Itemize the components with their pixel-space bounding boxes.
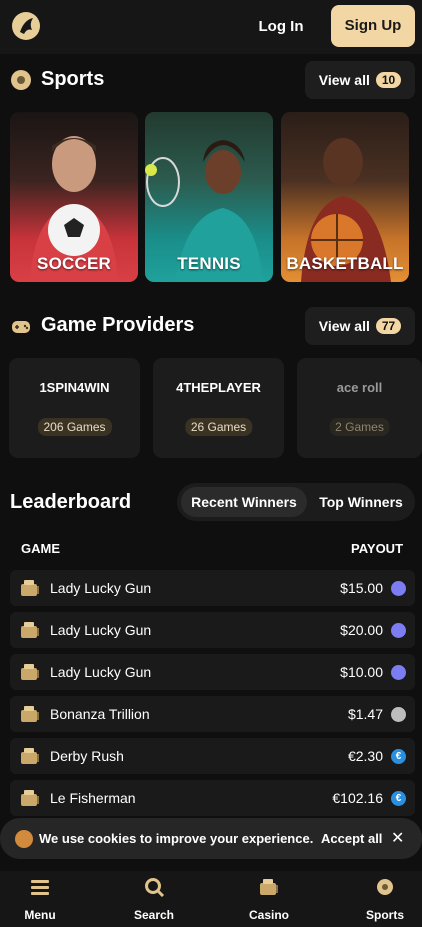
table-row[interactable]: Derby Rush €2.30 € (10, 738, 415, 774)
litecoin-coin-icon (391, 707, 406, 722)
brand-logo-icon[interactable] (10, 10, 42, 42)
sports-ball-icon (377, 879, 393, 895)
ethereum-coin-icon (391, 623, 406, 638)
cookie-icon (15, 830, 33, 848)
accept-cookies-button[interactable]: Accept all (321, 818, 382, 859)
close-icon[interactable]: ✕ (391, 818, 404, 859)
search-icon (145, 878, 165, 898)
slot-game-icon (21, 580, 39, 596)
sports-section-header: Sports (10, 68, 104, 91)
table-row[interactable]: Lady Lucky Gun $10.00 (10, 654, 415, 690)
bottom-nav: Menu Search Casino Sports (0, 871, 422, 927)
provider-games-count: 206 Games (37, 418, 112, 436)
table-row[interactable]: Bonanza Trillion $1.47 (10, 696, 415, 732)
provider-logo: ace roll (336, 380, 383, 395)
nav-item-casino[interactable]: Casino (229, 877, 309, 922)
table-row[interactable]: Le Fisherman €102.16 € (10, 780, 415, 816)
payout-amount: $10.00 (340, 664, 383, 680)
cookie-message: We use cookies to improve your experienc… (39, 831, 314, 846)
slot-game-icon (21, 622, 39, 638)
column-header-payout: PAYOUT (351, 541, 404, 556)
game-name[interactable]: Derby Rush (50, 738, 124, 774)
euro-coin-icon: € (391, 791, 406, 806)
sport-label-basketball: BASKETBALL (286, 254, 404, 273)
game-name[interactable]: Lady Lucky Gun (50, 570, 151, 606)
leaderboard-tabs: Recent Winners Top Winners (177, 483, 415, 521)
gamepad-icon (12, 320, 30, 333)
tab-top-winners[interactable]: Top Winners (311, 487, 411, 517)
nav-item-menu[interactable]: Menu (0, 877, 80, 922)
nav-label: Search (133, 908, 175, 922)
payout-amount: €2.30 (347, 748, 383, 764)
game-name[interactable]: Bonanza Trillion (50, 696, 150, 732)
slot-game-icon (21, 790, 39, 806)
sports-icon (11, 69, 31, 90)
ethereum-coin-icon (391, 581, 406, 596)
sport-label-tennis: TENNIS (177, 254, 241, 273)
payout-amount: $20.00 (340, 622, 383, 638)
provider-logo: 1SPIN4WIN (39, 380, 110, 395)
provider-logo: 4THEPLAYER (176, 380, 261, 395)
slot-game-icon (21, 706, 39, 722)
payout-amount: $1.47 (347, 706, 383, 722)
tab-recent-winners[interactable]: Recent Winners (181, 487, 307, 517)
sports-title: Sports (41, 68, 105, 90)
sports-count-badge: 10 (375, 72, 402, 88)
nav-label: Sports (365, 908, 404, 922)
euro-coin-icon: € (391, 749, 406, 764)
providers-count-badge: 77 (375, 318, 402, 334)
sport-card-basketball[interactable]: BASKETBALL (281, 112, 409, 282)
payout-amount: €102.16 (332, 790, 383, 806)
table-row[interactable]: Lady Lucky Gun $20.00 (10, 612, 415, 648)
menu-icon (31, 880, 49, 895)
view-all-label: View all (318, 318, 370, 334)
leaderboard-title: Leaderboard (10, 491, 132, 513)
column-header-game: GAME (21, 541, 60, 556)
sports-view-all-button[interactable]: View all 10 (305, 61, 415, 99)
nav-item-sports[interactable]: Sports (345, 877, 422, 922)
provider-card[interactable]: ace roll 2 Games (297, 358, 422, 458)
cookie-banner: We use cookies to improve your experienc… (0, 818, 422, 859)
casino-slot-icon (260, 879, 278, 895)
signup-button[interactable]: Sign Up (331, 5, 415, 47)
sport-card-soccer[interactable]: SOCCER (10, 112, 138, 282)
providers-view-all-button[interactable]: View all 77 (305, 307, 415, 345)
provider-card[interactable]: 1SPIN4WIN 206 Games (9, 358, 140, 458)
providers-title: Game Providers (41, 314, 195, 336)
table-row[interactable]: Lady Lucky Gun $15.00 (10, 570, 415, 606)
top-header: Log In Sign Up (0, 0, 422, 54)
payout-amount: $15.00 (340, 580, 383, 596)
sport-label-soccer: SOCCER (37, 254, 111, 273)
view-all-label: View all (318, 72, 370, 88)
provider-games-count: 26 Games (184, 418, 253, 436)
nav-label: Casino (248, 908, 289, 922)
game-name[interactable]: Lady Lucky Gun (50, 654, 151, 690)
provider-card[interactable]: 4THEPLAYER 26 Games (153, 358, 284, 458)
game-name[interactable]: Lady Lucky Gun (50, 612, 151, 648)
sport-card-tennis[interactable]: TENNIS (145, 112, 273, 282)
providers-section-header: Game Providers (10, 314, 194, 337)
game-name[interactable]: Le Fisherman (50, 780, 136, 816)
nav-item-search[interactable]: Search (114, 877, 194, 922)
nav-label: Menu (24, 908, 56, 922)
login-button[interactable]: Log In (247, 15, 315, 39)
ethereum-coin-icon (391, 665, 406, 680)
provider-games-count: 2 Games (329, 418, 390, 436)
slot-game-icon (21, 748, 39, 764)
slot-game-icon (21, 664, 39, 680)
